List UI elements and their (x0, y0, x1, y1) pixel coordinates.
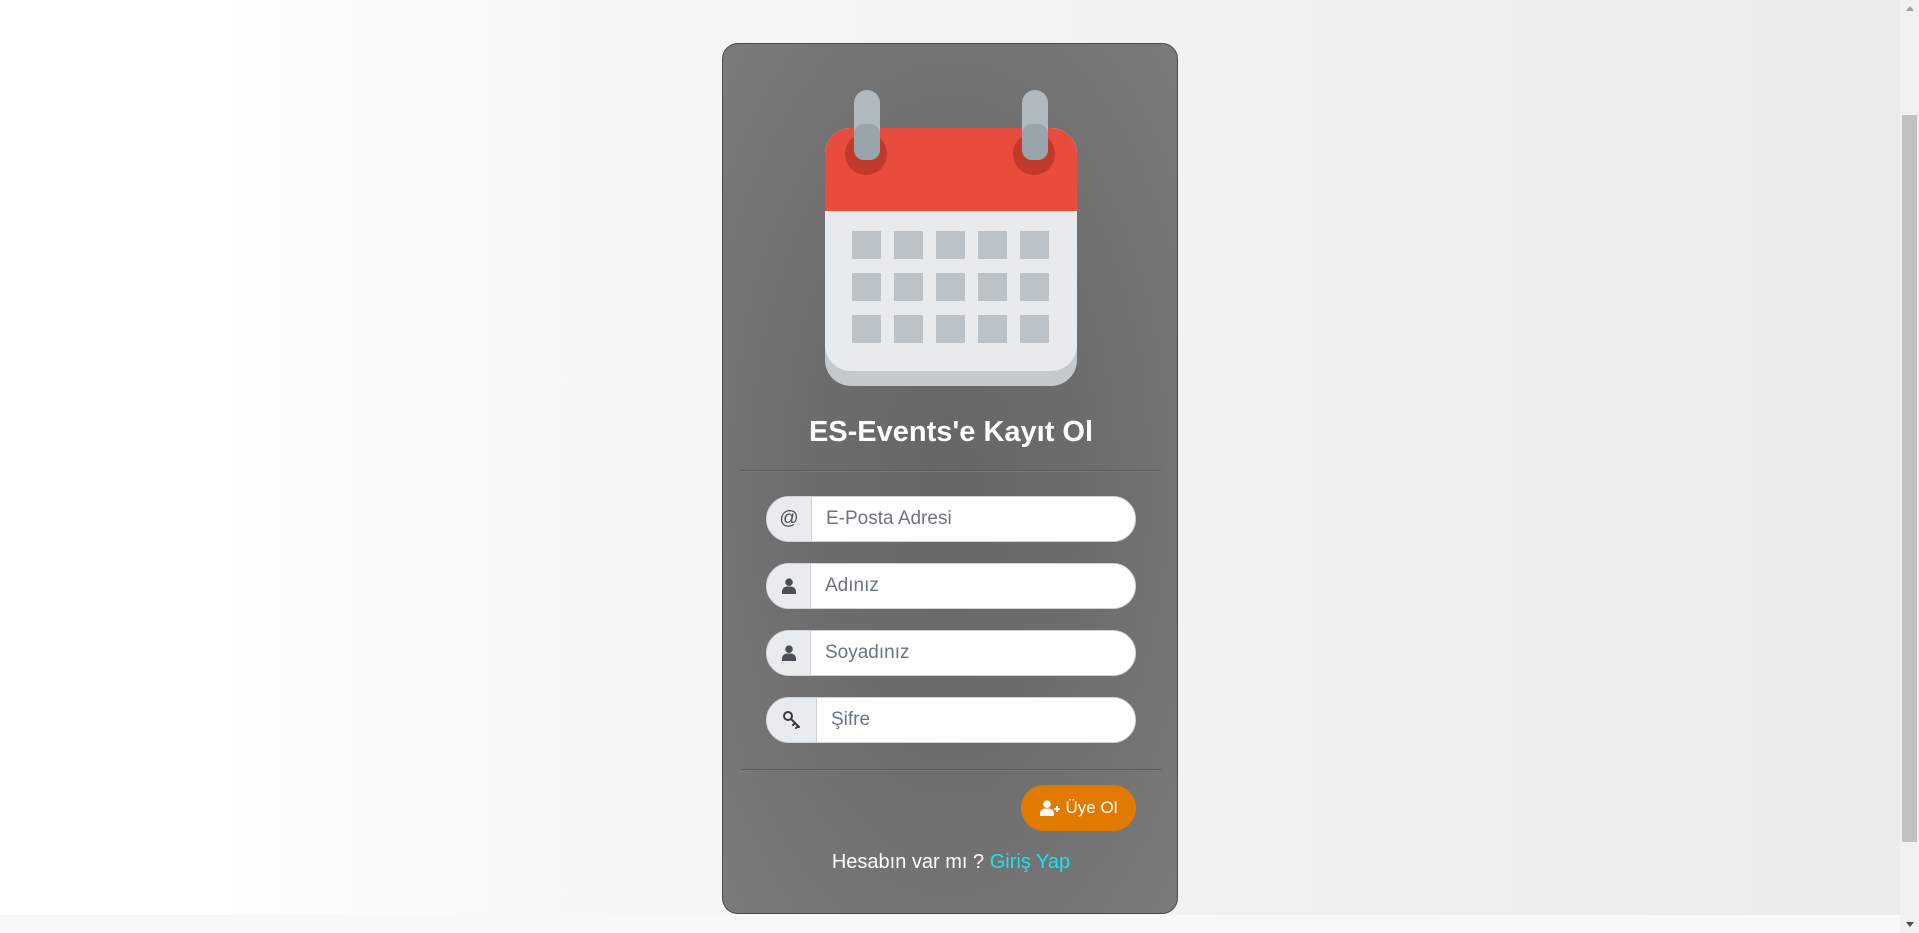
last-name-input[interactable] (811, 631, 1135, 675)
divider (741, 769, 1161, 771)
login-prompt-text: Hesabın var mı ? (831, 851, 985, 873)
user-plus-icon (1039, 800, 1060, 816)
first-name-input[interactable] (811, 564, 1135, 608)
email-input[interactable] (812, 497, 1135, 541)
login-link[interactable]: Giriş Yap (990, 851, 1070, 873)
scroll-down-icon[interactable] (1900, 916, 1919, 933)
user-icon (767, 564, 811, 608)
divider (741, 470, 1161, 472)
password-field-group (766, 697, 1136, 743)
register-button[interactable]: Üye Ol (1021, 785, 1136, 831)
email-field-group: @ (766, 496, 1136, 542)
register-button-label: Üye Ol (1065, 798, 1118, 817)
key-icon (767, 698, 817, 742)
scrollbar-thumb[interactable] (1902, 115, 1917, 842)
scroll-up-icon[interactable] (1900, 0, 1919, 17)
bottom-strip (0, 915, 1900, 933)
page-title: ES-Events'e Kayıt Ol (808, 416, 1094, 448)
page-background: ES-Events'e Kayıt Ol @ E-Posta Adresi Ad… (0, 0, 1900, 933)
first-name-field-group (766, 563, 1136, 609)
calendar-icon (825, 90, 1077, 386)
password-input[interactable] (817, 698, 1135, 742)
register-card: ES-Events'e Kayıt Ol @ E-Posta Adresi Ad… (722, 43, 1178, 914)
login-prompt: Hesabın var mı ? Giriş Yap (723, 848, 1179, 876)
at-icon: @ (767, 497, 812, 541)
user-icon (767, 631, 811, 675)
vertical-scrollbar[interactable] (1900, 0, 1919, 933)
last-name-field-group (766, 630, 1136, 676)
